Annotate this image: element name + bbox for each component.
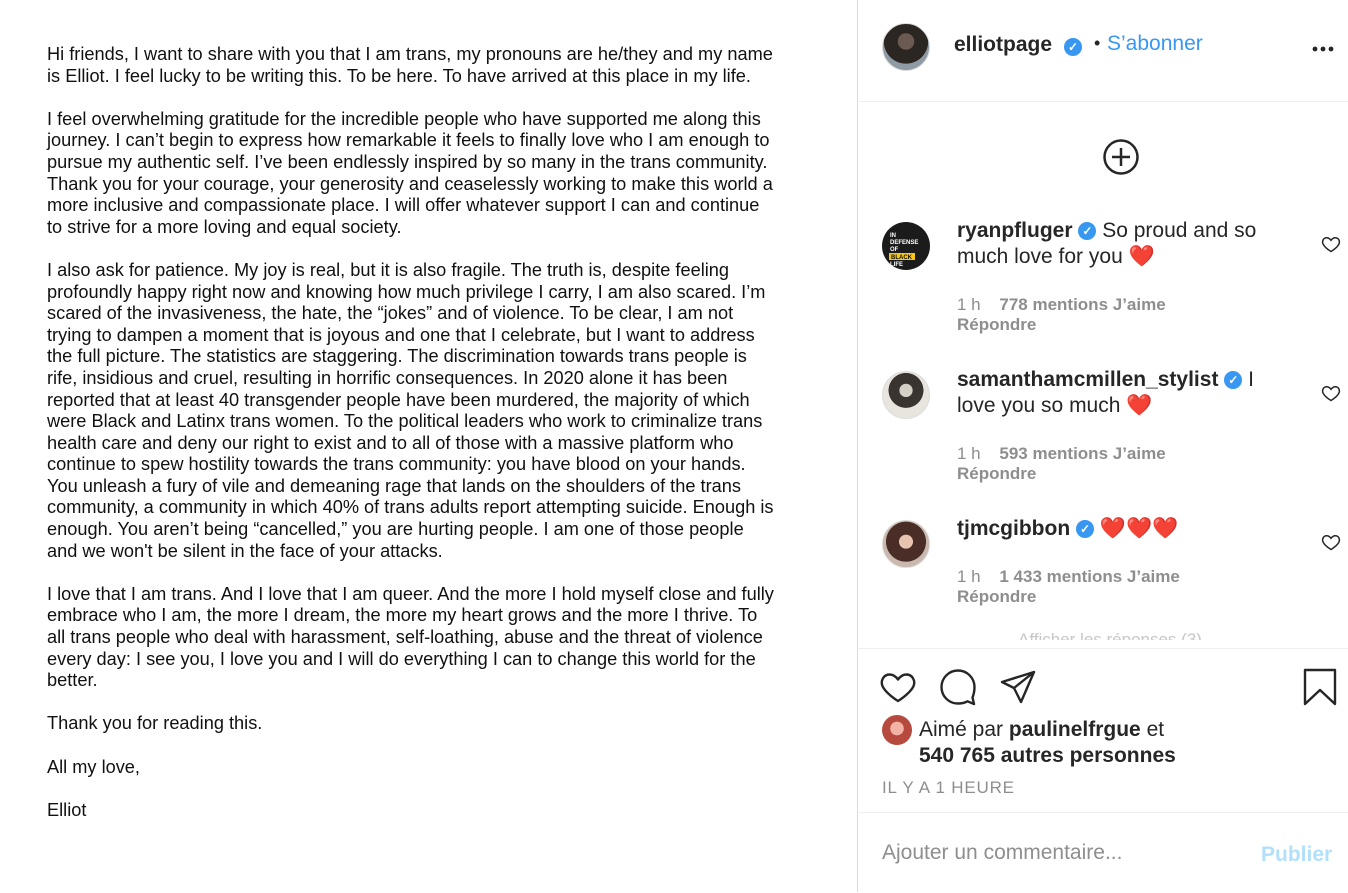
comment-icon[interactable] [938, 667, 978, 707]
comment-meta: 1 h 778 mentions J’aime [957, 295, 1166, 315]
comment-username[interactable]: ryanpfluger [957, 219, 1073, 242]
letter-signature: Elliot [47, 799, 87, 820]
add-comment-bar: Publier [858, 812, 1348, 893]
post-timestamp[interactable]: IL Y A 1 HEURE [882, 778, 1015, 798]
heart-icon[interactable] [1321, 532, 1341, 552]
comment-likes[interactable]: 1 433 mentions J’aime [999, 567, 1179, 586]
comment-time[interactable]: 1 h [957, 444, 981, 463]
commenter-avatar[interactable]: IN DEFENSE OF BLACK LIFE [882, 222, 930, 270]
liked-by-prefix: Aimé par [919, 718, 1004, 741]
letter-paragraph: I also ask for patience. My joy is real,… [47, 259, 774, 561]
share-icon[interactable] [998, 667, 1038, 707]
letter-paragraph: Hi friends, I want to share with you tha… [47, 44, 773, 86]
likes-summary: Aimé par paulinelfrgue et 540 765 autres… [919, 717, 1339, 769]
heart-icon[interactable] [1321, 234, 1341, 254]
comment-body: tjmcgibbon ✓ ❤️❤️❤️ [957, 516, 1287, 542]
comment-body: ryanpfluger ✓ So proud and so much love … [957, 218, 1287, 270]
reply-button[interactable]: Répondre [957, 315, 1036, 335]
follow-button[interactable]: S’abonner [1107, 32, 1203, 56]
comment-username[interactable]: samanthamcmillen_stylist [957, 368, 1218, 391]
comment-meta: 1 h 1 433 mentions J’aime [957, 567, 1180, 587]
reply-button[interactable]: Répondre [957, 464, 1036, 484]
letter-paragraph: I feel overwhelming gratitude for the in… [47, 108, 773, 237]
svg-text:DEFENSE: DEFENSE [890, 240, 918, 246]
comment-likes[interactable]: 778 mentions J’aime [999, 295, 1165, 314]
commenter-avatar[interactable] [882, 371, 930, 419]
liked-by-others[interactable]: 540 765 autres personnes [919, 744, 1176, 767]
commenter-avatar[interactable] [882, 520, 930, 568]
letter-paragraph: All my love, [47, 756, 140, 777]
liked-by-middle: et [1146, 718, 1165, 741]
reply-button[interactable]: Répondre [957, 587, 1036, 607]
post-actions: Aimé par paulinelfrgue et 540 765 autres… [858, 648, 1348, 812]
author-avatar[interactable] [882, 23, 930, 71]
comment-likes[interactable]: 593 mentions J’aime [999, 444, 1165, 463]
verified-badge-icon: ✓ [1076, 520, 1094, 539]
liker-avatar[interactable] [882, 715, 912, 745]
comment-body: samanthamcmillen_stylist ✓ I love you so… [957, 367, 1287, 419]
comment-username[interactable]: tjmcgibbon [957, 517, 1070, 540]
comment-input[interactable] [882, 841, 1222, 865]
letter-text: Hi friends, I want to share with you tha… [47, 44, 777, 843]
verified-badge-icon: ✓ [1064, 38, 1082, 56]
comment-meta: 1 h 593 mentions J’aime [957, 444, 1166, 464]
publish-button[interactable]: Publier [1261, 843, 1332, 867]
svg-text:BLACK: BLACK [891, 255, 913, 261]
svg-text:IN: IN [890, 233, 896, 239]
verified-badge-icon: ✓ [1078, 222, 1097, 241]
bookmark-icon[interactable] [1300, 667, 1340, 707]
post-header: elliotpage ✓ • S’abonner [858, 0, 1348, 102]
avatar-logo-icon: IN DEFENSE OF BLACK LIFE [889, 233, 918, 268]
separator-dot: • [1094, 33, 1101, 53]
comment-time[interactable]: 1 h [957, 295, 981, 314]
heart-emoji: ❤️ [1128, 245, 1155, 268]
add-circle-icon[interactable] [1102, 138, 1140, 176]
more-icon[interactable] [1311, 37, 1335, 61]
letter-paragraph: Thank you for reading this. [47, 713, 263, 734]
author-username[interactable]: elliotpage [954, 33, 1052, 57]
verified-badge-icon: ✓ [1224, 371, 1243, 390]
svg-text:LIFE: LIFE [890, 262, 903, 268]
liked-by-user[interactable]: paulinelfrgue [1009, 718, 1141, 741]
svg-text:OF: OF [890, 247, 899, 253]
post-sidebar: elliotpage ✓ • S’abonner IN DEFENSE OF B… [858, 0, 1348, 892]
heart-icon[interactable] [1321, 383, 1341, 403]
comment-time[interactable]: 1 h [957, 567, 981, 586]
post-image: Hi friends, I want to share with you tha… [0, 0, 857, 892]
heart-emoji: ❤️❤️❤️ [1099, 517, 1179, 540]
letter-paragraph: I love that I am trans. And I love that … [47, 583, 774, 691]
heart-emoji: ❤️ [1126, 394, 1153, 417]
view-replies-link[interactable]: Afficher les réponses (3) [1018, 630, 1202, 640]
heart-icon[interactable] [878, 667, 918, 707]
